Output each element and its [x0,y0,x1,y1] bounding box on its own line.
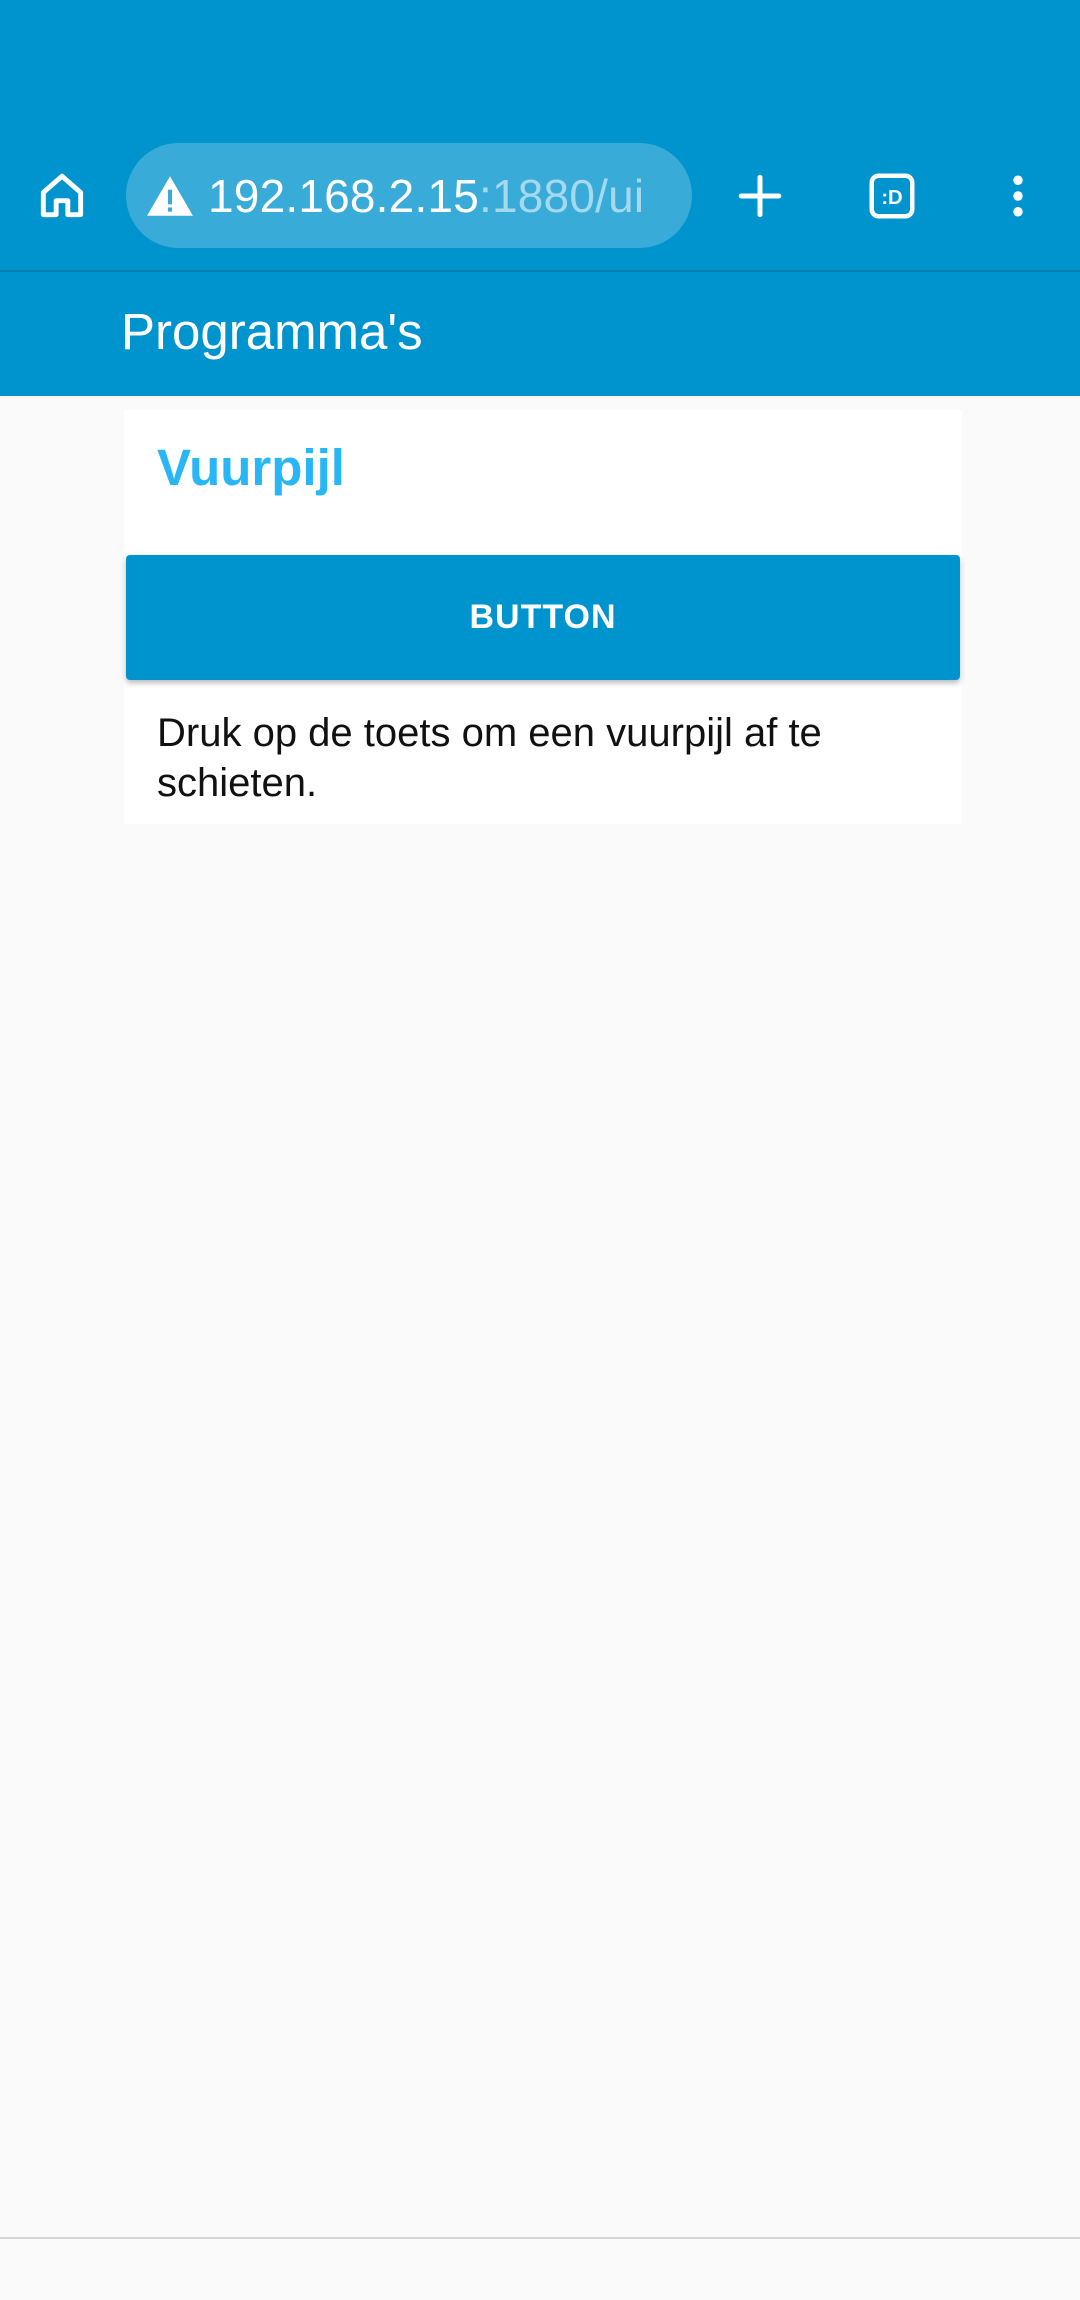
kebab-menu-icon [1013,175,1023,217]
address-bar[interactable]: 192.168.2.15:1880/ui [126,143,692,248]
plus-icon [738,174,782,218]
home-button[interactable] [14,148,110,244]
screen: 192.168.2.15:1880/ui :D Programma's Vuur… [0,0,1080,2300]
warning-icon[interactable] [142,168,198,224]
card-description: Druk op de toets om een vuurpijl af te s… [157,711,822,805]
tab-count-label: :D [881,187,902,209]
launch-button[interactable]: BUTTON [126,555,960,680]
url-path: :1880/ui [479,169,645,222]
url-host: 192.168.2.15 [208,169,479,222]
tab-switcher-icon: :D [869,173,915,219]
new-tab-button[interactable] [712,148,808,244]
overflow-menu-button[interactable] [970,148,1066,244]
page-title: Programma's [121,303,423,360]
tab-switcher-button[interactable]: :D [844,148,940,244]
home-icon [40,173,84,218]
url-text: 192.168.2.15:1880/ui [208,169,644,223]
card-title: Vuurpijl [157,439,345,496]
status-bar [0,0,1080,126]
bottom-divider [0,2237,1080,2239]
